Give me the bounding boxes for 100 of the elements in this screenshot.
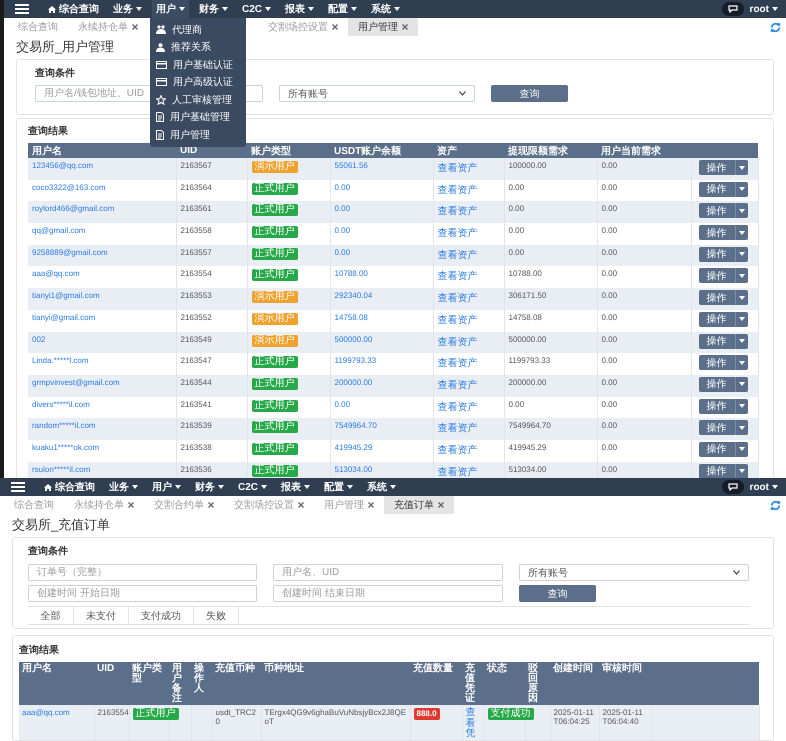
query-button[interactable]: 查询 (519, 585, 596, 602)
nav-menu[interactable]: 用户 (148, 478, 185, 496)
select-field[interactable]: 所有账号 (519, 564, 749, 581)
nav-menu[interactable]: 业务 (109, 0, 146, 18)
chat-button[interactable] (722, 2, 744, 16)
menu-item[interactable]: 代理商 (150, 21, 246, 38)
nav-menu[interactable]: 财务 (195, 0, 232, 18)
action-button[interactable]: 操作 (698, 182, 734, 197)
dropdown-toggle[interactable] (734, 290, 748, 306)
nav-menu[interactable]: 配置 (320, 478, 358, 496)
action-button[interactable]: 操作 (698, 268, 734, 284)
dropdown-toggle[interactable] (734, 160, 748, 175)
close-icon[interactable] (332, 24, 338, 30)
email-link[interactable]: 002 (32, 334, 46, 344)
menu-icon[interactable] (15, 4, 29, 14)
filter-tab[interactable]: 未支付 (74, 607, 129, 624)
nav-menu[interactable]: 系统 (363, 478, 400, 496)
action-button[interactable]: 操作 (698, 203, 734, 218)
tab[interactable]: 交割场控设置 (258, 18, 348, 36)
close-icon[interactable] (132, 24, 138, 30)
close-icon[interactable] (208, 502, 214, 508)
search-field[interactable]: 创建时间 开始日期 (28, 585, 257, 602)
refresh-icon[interactable] (770, 500, 781, 511)
dropdown-toggle[interactable] (734, 398, 748, 414)
action-button[interactable]: 操作 (698, 464, 734, 478)
action-button[interactable]: 操作 (698, 376, 734, 392)
tab[interactable]: 用户管理 (348, 18, 418, 36)
chat-button[interactable] (722, 480, 744, 494)
action-button[interactable]: 操作 (698, 398, 734, 414)
search-field[interactable]: 用户名、UID (273, 564, 503, 581)
email-link[interactable]: coco3322@163.com (32, 182, 106, 192)
email-link[interactable]: random*****il.com (32, 421, 96, 430)
user-menu[interactable]: root (750, 4, 778, 14)
dropdown-toggle[interactable] (734, 464, 748, 478)
email-link[interactable]: kuaku1*****ok.com (32, 442, 100, 452)
tab[interactable]: 用户管理 (314, 496, 384, 514)
email-link[interactable]: aaa@qq.com (32, 269, 80, 278)
assets-link[interactable]: 查看资产 (438, 228, 478, 240)
email-link[interactable]: Linda.*****l.com (32, 356, 88, 366)
nav-menu[interactable]: 系统 (367, 0, 404, 18)
dropdown-toggle[interactable] (734, 268, 748, 284)
action-button[interactable]: 操作 (698, 312, 734, 327)
tab[interactable]: 综合查询 (4, 496, 64, 514)
dropdown-toggle[interactable] (734, 225, 748, 240)
action-button[interactable]: 操作 (698, 355, 734, 370)
assets-link[interactable]: 查看资产 (438, 184, 478, 196)
action-button[interactable]: 操作 (698, 420, 734, 436)
assets-link[interactable]: 查看资产 (438, 314, 478, 326)
email-link[interactable]: 123456@qq.com (32, 161, 94, 170)
nav-menu[interactable]: 业务 (105, 478, 142, 496)
dropdown-toggle[interactable] (734, 376, 748, 392)
filter-tab[interactable]: 失败 (194, 607, 239, 624)
nav-menu[interactable]: 配置 (324, 0, 362, 18)
nav-link[interactable]: 综合查询 (44, 0, 103, 18)
assets-link[interactable]: 查看资产 (438, 271, 478, 282)
filter-tab[interactable]: 支付成功 (129, 607, 194, 624)
email-link[interactable]: tianyi1@gmail.com (32, 291, 100, 300)
menu-item[interactable]: 用户基础管理 (150, 108, 246, 126)
action-button[interactable]: 操作 (698, 225, 734, 240)
filter-tab[interactable]: 全部 (28, 607, 74, 624)
close-icon[interactable] (128, 502, 134, 508)
close-icon[interactable] (438, 502, 444, 508)
nav-menu[interactable]: C2C (234, 478, 272, 496)
action-button[interactable]: 操作 (698, 246, 734, 262)
action-button[interactable]: 操作 (698, 290, 734, 306)
assets-link[interactable]: 查看资产 (438, 402, 478, 413)
tab[interactable]: 永续持仓单 (68, 18, 148, 36)
tab[interactable]: 交割场控设置 (224, 496, 314, 514)
action-button[interactable]: 操作 (698, 160, 734, 175)
nav-link[interactable]: 综合查询 (40, 478, 99, 496)
email-link[interactable]: divers*****il.com (32, 400, 90, 409)
user-menu[interactable]: root (750, 482, 778, 492)
dropdown-toggle[interactable] (734, 355, 748, 370)
tab[interactable]: 永续持仓单 (64, 496, 144, 514)
search-field[interactable]: 创建时间 结束日期 (273, 585, 503, 602)
email-link[interactable]: aaa@qq.com (22, 708, 70, 717)
close-icon[interactable] (298, 502, 304, 508)
menu-item[interactable]: 推荐关系 (150, 38, 246, 56)
search-field[interactable]: 订单号（完整） (28, 564, 257, 581)
nav-menu[interactable]: 报表 (277, 478, 314, 496)
select-field[interactable]: 所有账号 (279, 85, 475, 102)
dropdown-toggle[interactable] (734, 182, 748, 197)
query-button[interactable]: 查询 (491, 85, 568, 102)
email-link[interactable]: tianyi@gmail.com (32, 312, 96, 322)
dropdown-toggle[interactable] (734, 203, 748, 218)
menu-item[interactable]: 用户管理 (150, 126, 246, 144)
nav-menu[interactable]: C2C (238, 0, 276, 18)
tab[interactable]: 充值订单 (384, 496, 454, 514)
refresh-icon[interactable] (770, 22, 781, 33)
close-icon[interactable] (402, 24, 408, 30)
dropdown-toggle[interactable] (734, 334, 748, 348)
dropdown-toggle[interactable] (734, 442, 748, 457)
assets-link[interactable]: 查看资产 (438, 358, 478, 370)
dropdown-toggle[interactable] (734, 420, 748, 436)
nav-menu[interactable]: 报表 (281, 0, 318, 18)
dropdown-toggle[interactable] (734, 246, 748, 262)
tab[interactable]: 交割合约单 (144, 496, 224, 514)
assets-link[interactable]: 查看资产 (438, 444, 478, 456)
action-button[interactable]: 操作 (698, 442, 734, 457)
tab[interactable]: 综合查询 (8, 18, 68, 36)
